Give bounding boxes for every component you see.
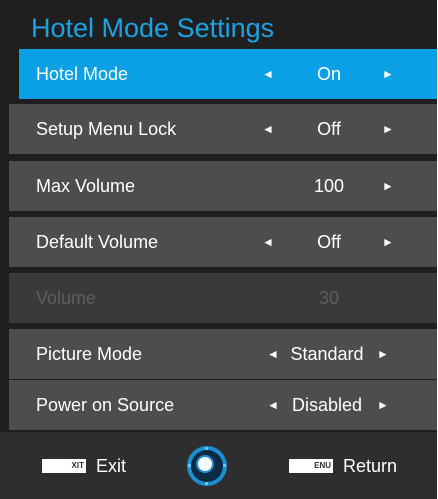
nav-right-dot [223, 464, 226, 467]
right-arrow-icon[interactable]: ► [377, 329, 389, 379]
menu-key-icon[interactable]: ENU [289, 459, 333, 473]
setting-label: Picture Mode [36, 344, 143, 364]
setting-row-picture-mode[interactable]: Picture Mode ◄ Standard ► [9, 329, 437, 379]
setting-row-setup-menu-lock[interactable]: Setup Menu Lock ◄ Off ► [9, 104, 437, 154]
right-arrow-icon[interactable]: ► [382, 104, 394, 154]
setting-label: Default Volume [36, 232, 159, 252]
exit-key-icon[interactable]: XIT [42, 459, 86, 473]
setting-label: Max Volume [36, 176, 136, 196]
setting-value: Standard [290, 344, 364, 364]
ok-button-icon [196, 455, 214, 473]
left-arrow-icon[interactable]: ◄ [262, 104, 274, 154]
setting-row-volume: Volume 30 [9, 273, 437, 323]
setting-label: Power on Source [36, 395, 175, 415]
setting-row-power-on-source[interactable]: Power on Source ◄ Disabled ► [9, 380, 437, 430]
left-arrow-icon[interactable]: ◄ [262, 49, 274, 99]
setting-label: Setup Menu Lock [36, 119, 177, 139]
navigation-pad-icon [187, 446, 227, 486]
setting-value: 100 [313, 176, 345, 196]
right-arrow-icon[interactable]: ► [382, 161, 394, 211]
setting-row-hotel-mode[interactable]: Hotel Mode ◄ On ► [19, 49, 437, 99]
right-arrow-icon[interactable]: ► [377, 380, 389, 430]
nav-down-dot [205, 482, 208, 485]
hotel-mode-settings-panel: Hotel Mode Settings Hotel Mode ◄ On ► Se… [0, 0, 437, 499]
setting-label: Hotel Mode [36, 64, 129, 84]
nav-up-dot [205, 447, 208, 450]
setting-row-default-volume[interactable]: Default Volume ◄ Off ► [9, 217, 437, 267]
exit-hint-label: Exit [96, 456, 127, 476]
setting-value: On [316, 64, 341, 84]
menu-title: Hotel Mode Settings [31, 13, 275, 43]
setting-value: Off [317, 232, 341, 252]
left-arrow-icon[interactable]: ◄ [262, 217, 274, 267]
right-arrow-icon[interactable]: ► [382, 217, 394, 267]
footer-hint-bar: XIT Exit ENU Return [0, 432, 437, 499]
setting-label: Volume [36, 288, 97, 308]
setting-row-max-volume[interactable]: Max Volume 100 ► [9, 161, 437, 211]
setting-value: Off [317, 119, 341, 139]
right-arrow-icon[interactable]: ► [382, 49, 394, 99]
return-hint-label: Return [343, 456, 398, 476]
nav-left-dot [188, 464, 191, 467]
setting-value: Disabled [291, 395, 363, 415]
setting-value: 30 [318, 288, 340, 308]
